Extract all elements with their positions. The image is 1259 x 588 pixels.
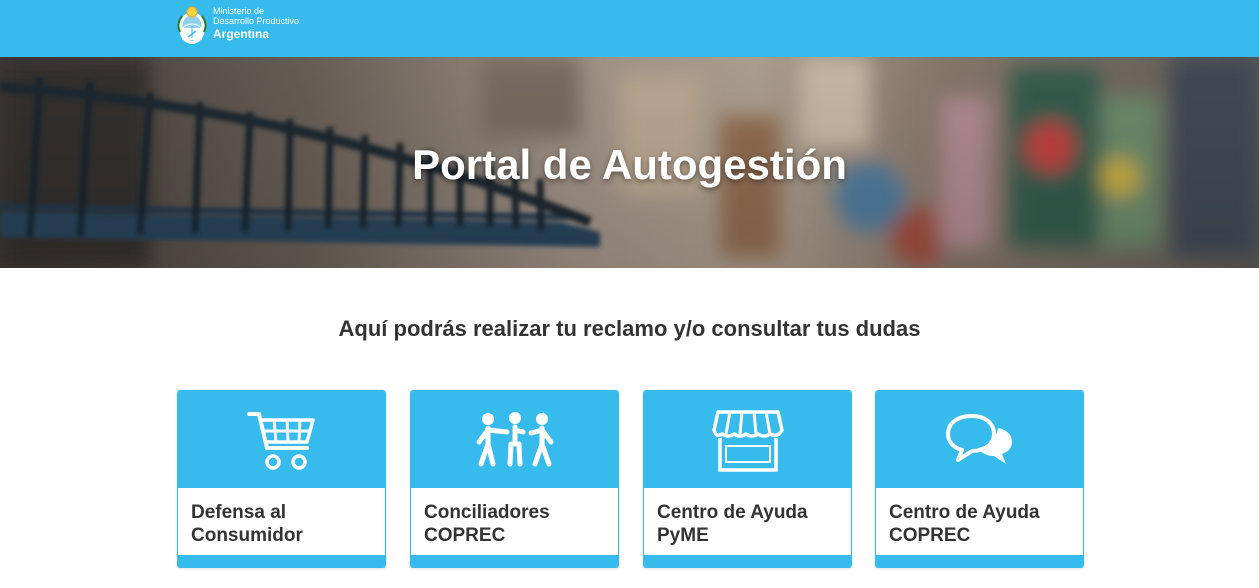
card-label-line2: PyME xyxy=(657,525,709,546)
card-label: Defensa al Consumidor xyxy=(191,501,376,547)
card-icon-panel xyxy=(876,391,1083,488)
card-bottom-bar xyxy=(411,555,618,567)
top-header-bar: Ministerio de Desarrollo Productivo Arge… xyxy=(0,0,1259,57)
brand-logo-link[interactable]: Ministerio de Desarrollo Productivo Arge… xyxy=(176,4,299,48)
hero-title-wrapper: Portal de Autogestión xyxy=(0,57,1259,268)
card-label-line1: Defensa al xyxy=(191,502,287,523)
card-bottom-bar xyxy=(644,555,851,567)
brand-text: Ministerio de Desarrollo Productivo Arge… xyxy=(213,6,299,41)
card-label-line2: COPREC xyxy=(424,525,506,546)
card-icon-panel xyxy=(644,391,851,488)
card-label: Conciliadores COPREC xyxy=(424,501,609,547)
hero-banner: Portal de Autogestión xyxy=(0,57,1259,268)
card-label: Centro de Ayuda COPREC xyxy=(889,501,1074,547)
chat-bubbles-icon xyxy=(945,413,1012,464)
card-centro-ayuda-coprec[interactable]: Centro de Ayuda COPREC xyxy=(875,390,1084,568)
brand-line-ministerio: Ministerio de xyxy=(213,6,265,16)
card-bottom-bar xyxy=(178,555,385,567)
card-label-line1: Centro de Ayuda xyxy=(889,502,1040,523)
brand-line-argentina: Argentina xyxy=(213,27,270,41)
people-group-icon xyxy=(476,411,553,466)
card-label-line1: Centro de Ayuda xyxy=(657,502,808,523)
card-label-line2: Consumidor xyxy=(191,525,303,546)
storefront-icon xyxy=(711,409,784,472)
escudo-argentina-icon xyxy=(177,6,207,44)
card-icon-panel xyxy=(178,391,385,488)
page-title: Portal de Autogestión xyxy=(412,141,847,188)
brand-line-desarrollo: Desarrollo Productivo xyxy=(213,16,300,26)
shopping-cart-icon xyxy=(246,411,315,470)
page-subtitle: Aquí podrás realizar tu reclamo y/o cons… xyxy=(338,316,921,341)
card-bottom-bar xyxy=(876,555,1083,567)
card-label-line1: Conciliadores xyxy=(424,502,550,523)
card-defensa-consumidor[interactable]: Defensa al Consumidor xyxy=(177,390,386,568)
card-centro-ayuda-pyme[interactable]: Centro de Ayuda PyME xyxy=(643,390,852,568)
card-conciliadores-coprec[interactable]: Conciliadores COPREC xyxy=(410,390,619,568)
card-icon-panel xyxy=(411,391,618,488)
card-label-line2: COPREC xyxy=(889,525,971,546)
card-label: Centro de Ayuda PyME xyxy=(657,501,842,547)
